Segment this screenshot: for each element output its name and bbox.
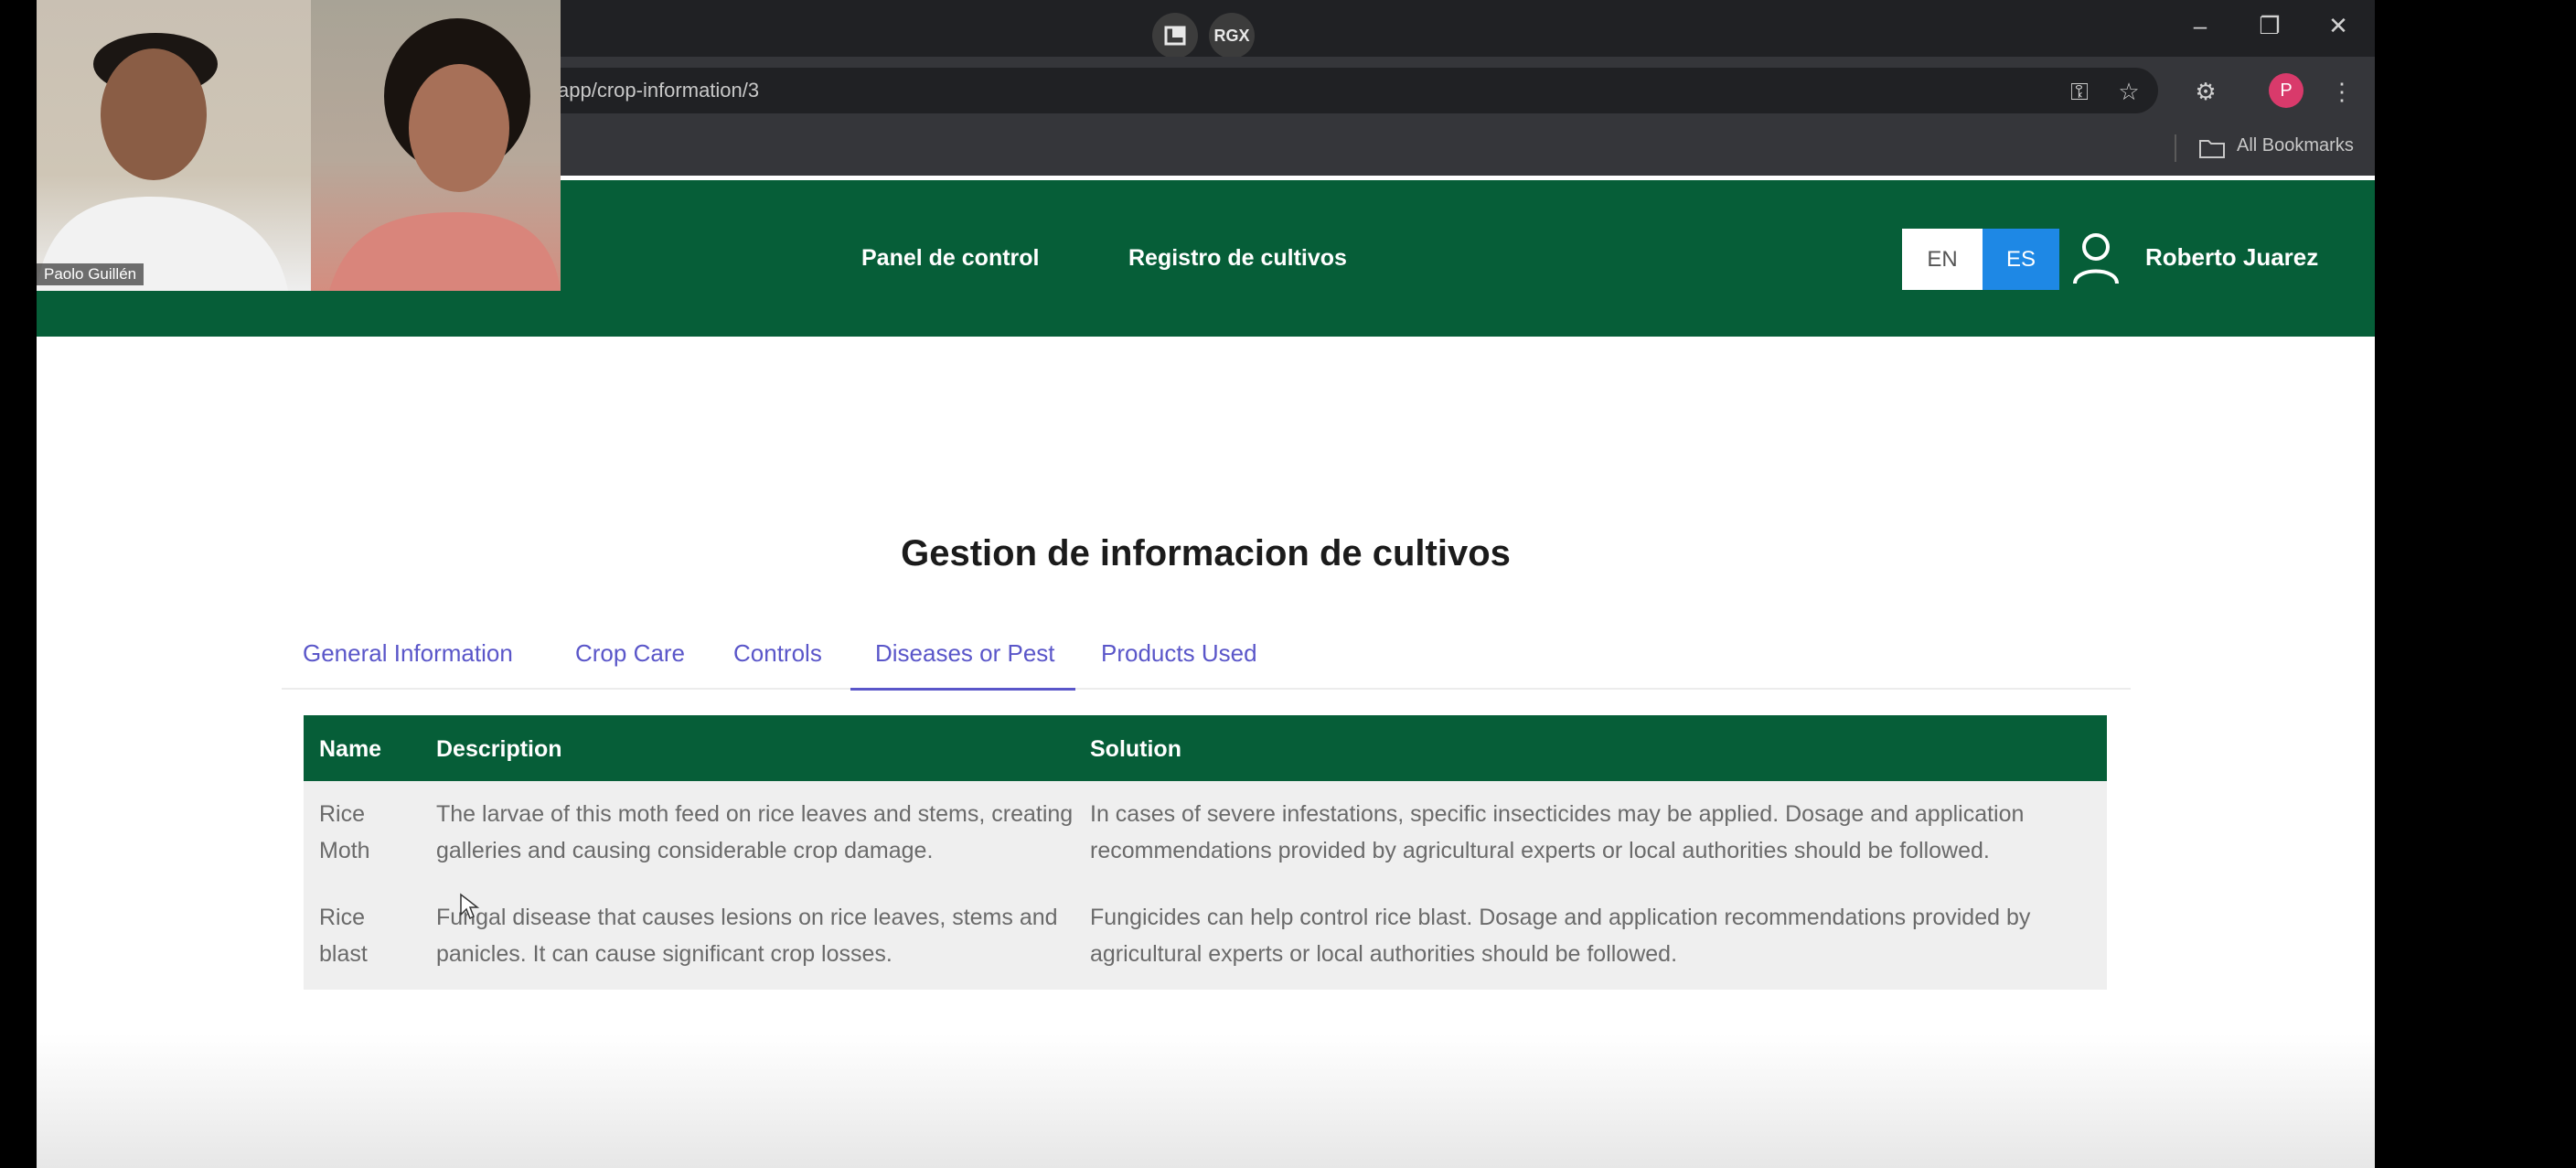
page-title: Gestion de informacion de cultivos [901,533,1511,573]
close-icon[interactable]: ✕ [2320,7,2357,44]
tabs-divider [282,688,2131,690]
cell-name: Rice Moth [319,801,370,863]
tab-products-used[interactable]: Products Used [1101,639,1257,668]
all-bookmarks-link[interactable]: All Bookmarks [2237,135,2354,156]
cell-description: The larvae of this moth feed on rice lea… [436,801,1074,863]
profile-avatar[interactable]: P [2269,73,2303,108]
page-bottom-shade [37,1034,2375,1168]
lang-es-button[interactable]: ES [1983,229,2059,290]
password-key-icon[interactable]: ⚿ [2061,73,2098,110]
cell-description: Fungal disease that causes lesions on ri… [436,905,1058,967]
column-header-description: Description [436,736,562,762]
star-icon[interactable]: ☆ [2111,73,2147,110]
nav-dashboard[interactable]: Panel de control [861,245,1039,272]
picture-in-picture-icon [1164,26,1186,46]
folder-icon [2198,137,2226,164]
tab-controls[interactable]: Controls [733,639,822,668]
tab-crop-care[interactable]: Crop Care [575,639,685,668]
lang-en-button[interactable]: EN [1902,229,1983,290]
cell-solution: Fungicides can help control rice blast. … [1090,905,2031,967]
column-header-solution: Solution [1090,736,1181,762]
participant-video-right [311,0,561,291]
address-text: app/crop-information/3 [558,79,760,102]
table-row: Rice Moth The larvae of this moth feed o… [304,796,2107,889]
active-tab-indicator [850,688,1075,691]
column-header-name: Name [319,736,382,762]
restore-icon[interactable]: ❐ [2251,7,2288,44]
picture-in-picture-button[interactable] [1152,13,1198,59]
cell-solution: In cases of severe infestations, specifi… [1090,801,2025,863]
mouse-pointer-icon [459,893,481,920]
user-icon[interactable] [2070,230,2122,287]
extension-rgx-button[interactable]: RGX [1209,13,1255,59]
video-call-overlay: Paolo Guillén [37,0,561,291]
bookmarks-divider [2175,134,2176,162]
kebab-menu-icon[interactable]: ⋮ [2324,73,2360,110]
table-row: Rice blast Fungal disease that causes le… [304,899,2107,992]
tab-diseases-or-pest[interactable]: Diseases or Pest [875,639,1055,668]
minimize-icon[interactable]: – [2182,7,2218,44]
tab-general-information[interactable]: General Information [303,639,513,668]
nav-crop-registry[interactable]: Registro de cultivos [1128,245,1347,272]
user-name[interactable]: Roberto Juarez [2145,243,2318,272]
participant-video-left [37,0,311,291]
extensions-icon[interactable]: ⚙ [2187,73,2224,110]
cell-name: Rice blast [319,905,368,967]
table-header [304,715,2107,781]
participant-name-label: Paolo Guillén [37,263,144,285]
